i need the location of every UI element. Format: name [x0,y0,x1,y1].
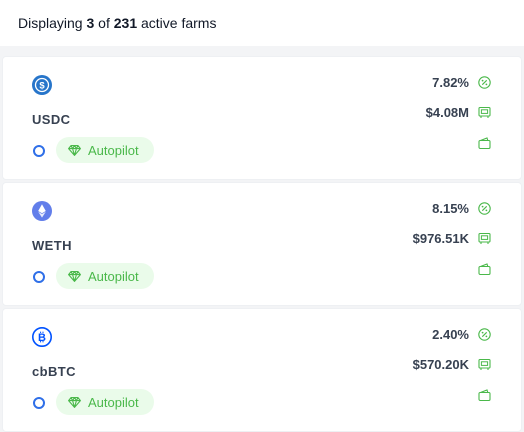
tvl-row: $4.08M [426,105,491,120]
autopilot-label: Autopilot [88,268,139,284]
autopilot-badge[interactable]: Autopilot [56,263,154,289]
wallet-icon[interactable] [478,137,491,150]
weth-icon [32,201,52,221]
farm-card-weth[interactable]: WETH Autopilot 8.15% $976.51K [2,182,522,306]
autopilot-badge[interactable]: Autopilot [56,389,154,415]
svg-text:$: $ [39,81,45,92]
cbbtc-icon: B [32,327,52,347]
status-ring-icon [33,397,45,409]
percent-icon [478,76,491,89]
wallet-icon[interactable] [478,263,491,276]
percent-icon [478,202,491,215]
diamond-icon [68,396,81,408]
diamond-icon [68,270,81,282]
autopilot-label: Autopilot [88,142,139,158]
diamond-icon [68,144,81,156]
autopilot-label: Autopilot [88,394,139,410]
summary-suffix: active farms [141,15,217,31]
usdc-icon: $ [32,75,52,95]
farm-card-usdc[interactable]: $ USDC Autopilot 7.82% $4.08M [2,56,522,180]
apr-row: 7.82% [432,75,491,90]
farm-card-cbbtc[interactable]: B cbBTC Autopilot 2.40% $570.20K [2,308,522,432]
results-summary: Displaying 3 of 231 active farms [0,0,524,46]
status-ring-icon [33,271,45,283]
token-name: USDC [32,112,71,127]
vault-icon [478,106,491,119]
apr-row: 2.40% [432,327,491,342]
svg-text:B: B [38,332,46,344]
autopilot-badge[interactable]: Autopilot [56,137,154,163]
farm-list: $ USDC Autopilot 7.82% $4.08M WETH Autop… [0,46,524,432]
wallet-row [478,389,491,402]
summary-of: of [98,15,110,31]
token-name: WETH [32,238,72,253]
shown-count: 3 [86,15,95,31]
tvl-row: $976.51K [413,231,491,246]
wallet-row [478,263,491,276]
wallet-row [478,137,491,150]
wallet-icon[interactable] [478,389,491,402]
summary-prefix: Displaying [18,15,83,31]
total-count: 231 [113,15,138,31]
tvl-value: $570.20K [412,357,469,372]
status-ring-icon [33,145,45,157]
percent-icon [478,328,491,341]
apr-value: 2.40% [432,327,469,342]
apr-value: 7.82% [432,75,469,90]
vault-icon [478,358,491,371]
token-name: cbBTC [32,364,76,379]
vault-icon [478,232,491,245]
tvl-value: $976.51K [412,231,469,246]
apr-row: 8.15% [432,201,491,216]
tvl-value: $4.08M [425,105,469,120]
tvl-row: $570.20K [413,357,491,372]
apr-value: 8.15% [432,201,469,216]
